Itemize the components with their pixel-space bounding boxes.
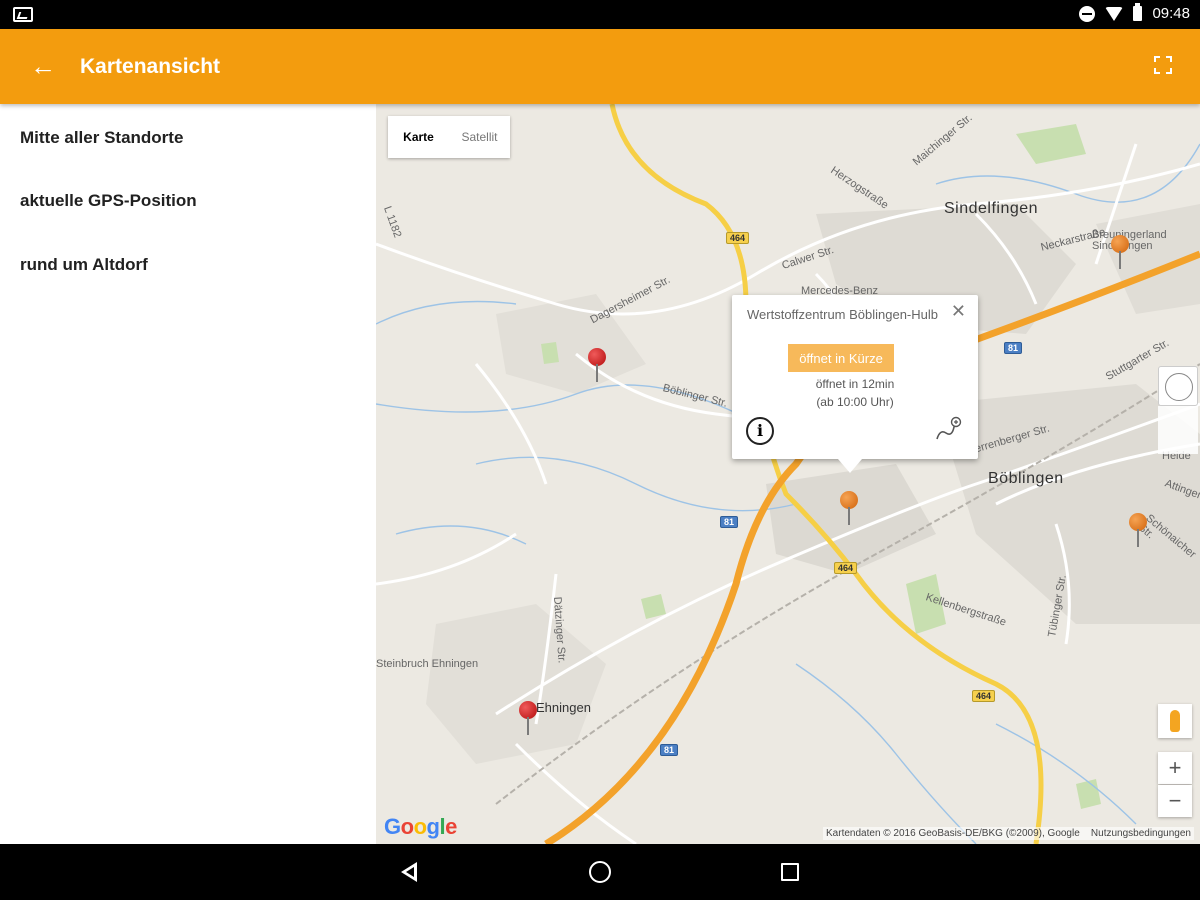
map-view[interactable]: Karte Satellit Sindelfingen Böblingen Eh… — [376, 104, 1200, 844]
nav-back-icon[interactable] — [397, 858, 425, 886]
terms-link[interactable]: Nutzungsbedingungen — [1091, 828, 1191, 839]
sidebar-item-altdorf[interactable]: rund um Altdorf — [20, 255, 148, 275]
compass-icon[interactable] — [1158, 366, 1198, 406]
route-directions-icon[interactable] — [934, 415, 964, 445]
place-sindelfingen: Sindelfingen — [944, 200, 1039, 217]
location-pin[interactable] — [519, 701, 537, 737]
road-shield-b464: 464 — [726, 232, 750, 244]
fullscreen-icon[interactable] — [1154, 56, 1172, 74]
location-pin[interactable] — [588, 348, 606, 384]
place-breuninger: Breuningerland Sindelfingen — [1092, 229, 1167, 252]
location-pin-selected[interactable] — [840, 491, 858, 527]
location-info-window: Wertstoffzentrum Böblingen-Hulb ✕ öffnet… — [732, 295, 978, 473]
map-attribution: Kartendaten © 2016 GeoBasis-DE/BKG (©200… — [823, 827, 1194, 840]
road-shield-a81: 81 — [660, 744, 679, 756]
location-pin[interactable] — [1111, 235, 1129, 271]
nav-recents-icon[interactable] — [776, 858, 804, 886]
road-shield-b464: 464 — [834, 562, 858, 574]
map-type-switcher: Karte Satellit — [388, 116, 510, 158]
location-sidebar: Mitte aller Standorte aktuelle GPS-Posit… — [0, 104, 376, 844]
zoom-out-button[interactable]: − — [1158, 785, 1192, 817]
location-name: Wertstoffzentrum Böblingen-Hulb — [747, 307, 939, 322]
attribution-text: Kartendaten © 2016 GeoBasis-DE/BKG (©200… — [826, 828, 1080, 839]
info-icon[interactable]: i — [746, 417, 774, 445]
navigation-bar — [0, 844, 1200, 900]
system-icons: 09:48 — [1079, 3, 1190, 22]
close-icon[interactable]: ✕ — [951, 301, 966, 322]
do-not-disturb-icon — [1079, 5, 1096, 22]
map-type-satellite[interactable]: Satellit — [449, 116, 510, 158]
road-shield-a81: 81 — [720, 516, 739, 528]
map-base — [376, 104, 1200, 844]
place-steinbruch: Steinbruch Ehningen — [376, 658, 479, 670]
arrow-back-icon[interactable]: ← — [30, 53, 56, 79]
location-pin[interactable] — [1129, 513, 1147, 549]
opens-at-text: (ab 10:00 Uhr) — [816, 395, 894, 409]
sidebar-item-gps-position[interactable]: aktuelle GPS-Position — [20, 191, 197, 211]
map-type-map[interactable]: Karte — [388, 116, 449, 158]
road-shield-a81: 81 — [1004, 342, 1023, 354]
page-title: Kartenansicht — [80, 55, 221, 78]
street-view-pegman-icon[interactable] — [1158, 704, 1192, 738]
place-boeblingen: Böblingen — [988, 470, 1064, 487]
opening-status-badge: öffnet in Kürze — [788, 344, 894, 372]
photo-notification-icon — [13, 7, 33, 22]
opens-in-text: öffnet in 12min — [815, 377, 895, 391]
app-bar: ← Kartenansicht — [0, 29, 1200, 104]
wifi-icon — [1105, 6, 1124, 21]
place-ehningen: Ehningen — [536, 700, 591, 715]
zoom-in-button[interactable]: + — [1158, 752, 1192, 784]
sidebar-item-center-all[interactable]: Mitte aller Standorte — [20, 128, 183, 148]
my-location-pin-icon[interactable] — [1158, 406, 1198, 454]
road-shield-b464: 464 — [972, 690, 996, 702]
status-time: 09:48 — [1152, 5, 1190, 22]
nav-home-icon[interactable] — [586, 858, 614, 886]
battery-icon — [1133, 3, 1143, 21]
google-logo: Google — [384, 814, 457, 839]
status-bar: 09:48 — [0, 0, 1200, 29]
